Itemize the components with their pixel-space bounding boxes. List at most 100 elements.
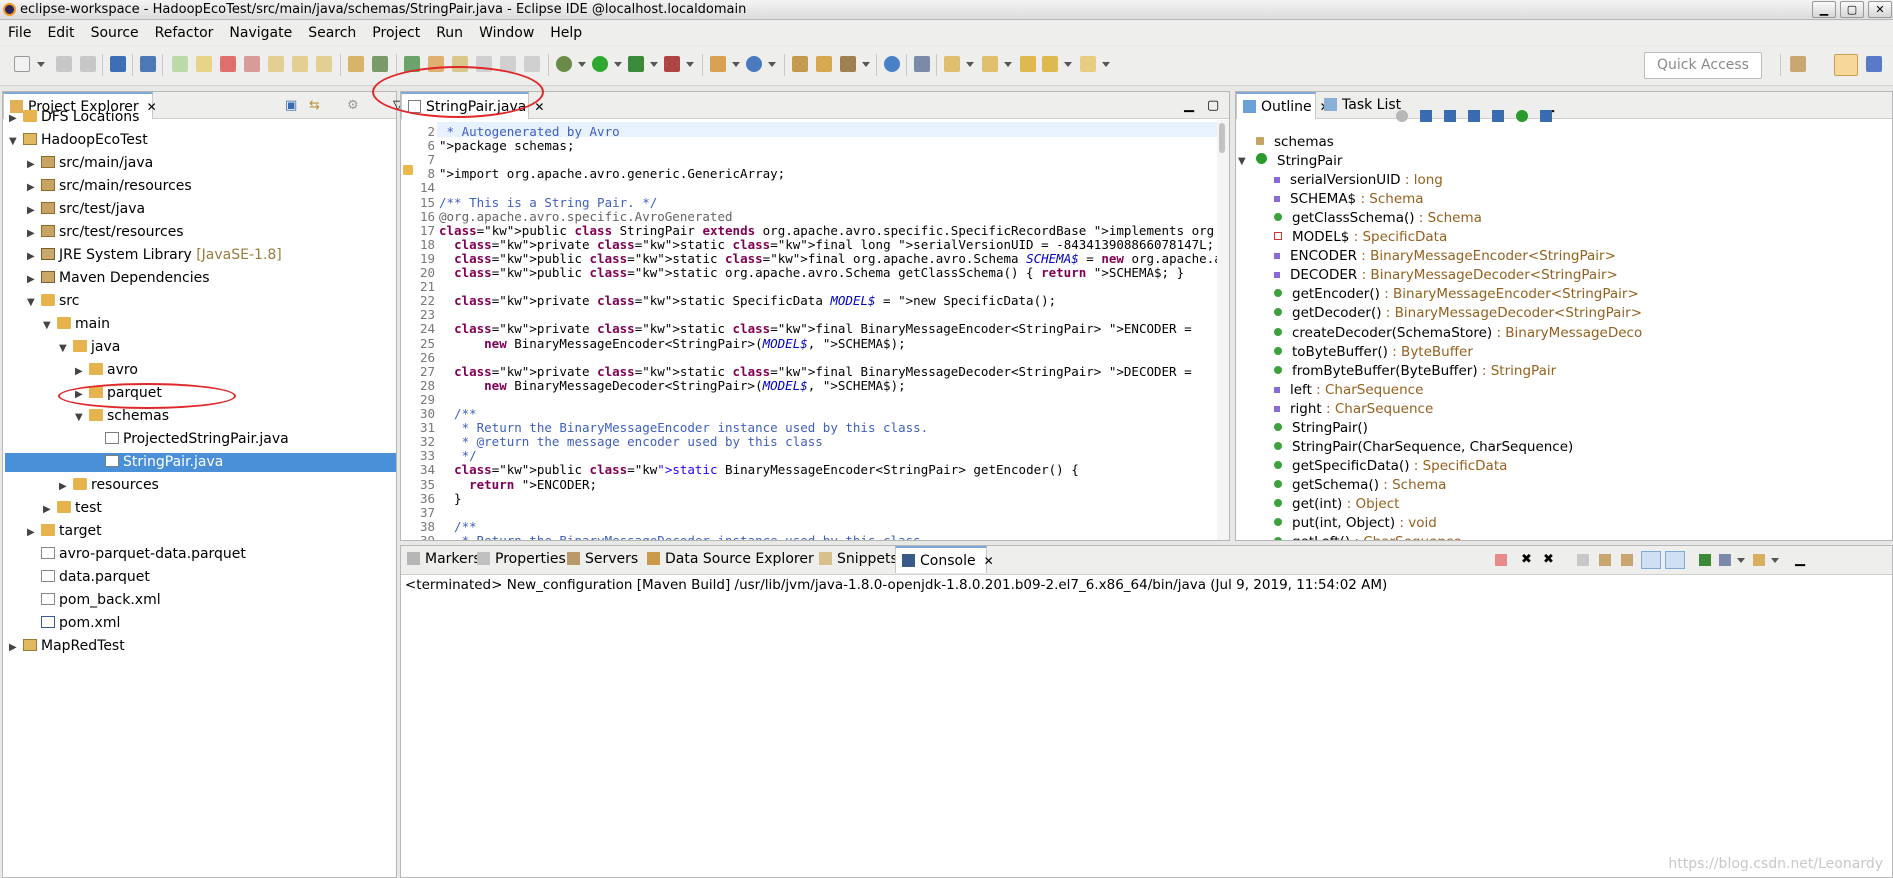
disconnect-icon[interactable]: [244, 56, 260, 72]
step-over-icon[interactable]: [292, 56, 308, 72]
outline-item[interactable]: ENCODER : BinaryMessageEncoder<StringPai…: [1274, 247, 1616, 266]
tree-item-jre-system-library[interactable]: ▶ JRE System Library [JavaSE-1.8]: [27, 246, 282, 265]
pin-console-icon[interactable]: [1699, 554, 1711, 566]
close-icon[interactable]: ✕: [984, 554, 994, 568]
show-on-output-icon[interactable]: [1641, 551, 1661, 569]
outline-item[interactable]: StringPair(): [1274, 419, 1368, 438]
quick-access-input[interactable]: Quick Access: [1644, 52, 1762, 79]
outline-item[interactable]: fromByteBuffer(ByteBuffer) : StringPair: [1274, 362, 1556, 381]
sort-icon[interactable]: [1420, 110, 1432, 122]
outline-item[interactable]: MODEL$ : SpecificData: [1274, 228, 1447, 247]
outline-item[interactable]: getEncoder() : BinaryMessageEncoder<Stri…: [1274, 285, 1639, 304]
clear-console-icon[interactable]: [1577, 554, 1589, 566]
resume-icon[interactable]: [172, 56, 188, 72]
minimize-button[interactable]: ▁: [1812, 1, 1836, 18]
forward-icon[interactable]: [1080, 56, 1096, 72]
tree-item-dfs-locations[interactable]: ▶ DFS Locations: [9, 108, 139, 127]
outline-item[interactable]: serialVersionUID : long: [1274, 171, 1443, 190]
outline-item[interactable]: getSpecificData() : SpecificData: [1274, 457, 1507, 476]
search-icon[interactable]: [840, 56, 856, 72]
tab-servers[interactable]: Servers: [561, 546, 641, 573]
open-type-icon[interactable]: [372, 56, 388, 72]
tree-item-maven-dependencies[interactable]: ▶ Maven Dependencies: [27, 269, 210, 288]
link-with-editor-icon[interactable]: ⇆: [309, 99, 320, 112]
save-icon[interactable]: [56, 56, 72, 72]
tree-item-stringpair[interactable]: StringPair.java: [5, 453, 396, 472]
tree-item-avro-parquet-data[interactable]: avro-parquet-data.parquet: [41, 545, 246, 564]
suspend-icon[interactable]: [196, 56, 212, 72]
menu-help[interactable]: Help: [542, 21, 590, 45]
back-icon[interactable]: [1042, 56, 1058, 72]
terminate-icon[interactable]: [220, 56, 236, 72]
menu-navigate[interactable]: Navigate: [221, 21, 300, 45]
tree-item-pom-back[interactable]: pom_back.xml: [41, 591, 161, 610]
menu-project[interactable]: Project: [364, 21, 428, 45]
tab-console[interactable]: Console ✕: [895, 546, 994, 573]
close-button[interactable]: ✕: [1868, 1, 1892, 18]
code-area[interactable]: 2 * Autogenerated by Avro 6 ">package sche…: [401, 120, 1229, 540]
new-java-dropdown-icon[interactable]: [732, 62, 740, 67]
minimize-view-icon[interactable]: ▁: [1795, 553, 1805, 566]
tree-item-java[interactable]: ▼ java: [59, 338, 120, 357]
back-dropdown-icon[interactable]: [1064, 62, 1072, 67]
outline-item[interactable]: DECODER : BinaryMessageDecoder<StringPai…: [1274, 266, 1618, 285]
collapse-icon[interactable]: [1396, 110, 1408, 122]
previous-annotation-icon[interactable]: [982, 56, 998, 72]
tab-snippets[interactable]: Snippets: [813, 546, 898, 573]
next-annotation-dropdown-icon[interactable]: [966, 62, 974, 67]
skip-breakpoints-icon[interactable]: [140, 56, 156, 72]
menu-search[interactable]: Search: [300, 21, 364, 45]
tree-item-src-test-resources[interactable]: ▶ src/test/resources: [27, 223, 184, 242]
tab-properties[interactable]: Properties: [471, 546, 566, 573]
new-dropdown-icon[interactable]: [37, 62, 45, 67]
external-tools-dropdown-icon[interactable]: [686, 62, 694, 67]
outline-item[interactable]: SCHEMA$ : Schema: [1274, 190, 1424, 209]
menu-edit[interactable]: Edit: [39, 21, 82, 45]
open-console-icon[interactable]: [1753, 554, 1765, 566]
menu-source[interactable]: Source: [83, 21, 147, 45]
forward-dropdown-icon[interactable]: [1102, 62, 1110, 67]
java-ee-perspective-icon[interactable]: [1834, 54, 1858, 76]
maximize-button[interactable]: ▢: [1840, 1, 1864, 18]
collapse-all-icon[interactable]: ▣: [285, 99, 297, 112]
remove-launch-icon[interactable]: ✖: [1521, 553, 1532, 566]
menu-refactor[interactable]: Refactor: [147, 21, 222, 45]
tree-item-avro[interactable]: ▶ avro: [75, 361, 138, 380]
show-on-error-icon[interactable]: [1665, 551, 1685, 569]
tree-item-resources[interactable]: ▶ resources: [59, 476, 159, 495]
previous-annotation-dropdown-icon[interactable]: [1004, 62, 1012, 67]
open-task-icon[interactable]: [816, 56, 832, 72]
close-icon[interactable]: ✕: [147, 100, 157, 114]
terminate-icon[interactable]: [1495, 554, 1507, 566]
paragraph-icon[interactable]: [524, 56, 540, 72]
tree-item-pom[interactable]: pom.xml: [41, 614, 120, 633]
outline-item[interactable]: schemas: [1256, 133, 1334, 152]
outline-item[interactable]: ▼ StringPair: [1238, 152, 1342, 171]
filter-icon[interactable]: ⚙: [347, 99, 359, 112]
use-step-filters-icon[interactable]: [348, 56, 364, 72]
new-class-icon[interactable]: [746, 56, 762, 72]
next-annotation-icon[interactable]: [944, 56, 960, 72]
outline-item[interactable]: getDecoder() : BinaryMessageDecoder<Stri…: [1274, 304, 1642, 323]
search-dropdown-icon[interactable]: [862, 62, 870, 67]
terminal-icon[interactable]: [110, 56, 126, 72]
menu-file[interactable]: File: [0, 21, 39, 45]
outline-item[interactable]: getSchema() : Schema: [1274, 476, 1446, 495]
tree-item-target[interactable]: ▶ target: [27, 522, 102, 541]
tree-item-src[interactable]: ▼ src: [27, 292, 79, 311]
outline-item[interactable]: left : CharSequence: [1274, 381, 1423, 400]
tree-item-main[interactable]: ▼ main: [43, 315, 110, 334]
outline-item[interactable]: put(int, Object) : void: [1274, 514, 1437, 533]
java-perspective-icon[interactable]: [1866, 56, 1882, 72]
maximize-view-icon[interactable]: ▢: [1207, 99, 1219, 112]
remove-all-icon[interactable]: ✖: [1543, 553, 1554, 566]
menu-run[interactable]: Run: [428, 21, 471, 45]
outline-item[interactable]: right : CharSequence: [1274, 400, 1433, 419]
tree-item-data-parquet[interactable]: data.parquet: [41, 568, 150, 587]
last-edit-icon[interactable]: [1020, 56, 1036, 72]
menu-window[interactable]: Window: [471, 21, 542, 45]
tree-item-src-main-java[interactable]: ▶ src/main/java: [27, 154, 153, 173]
run-icon[interactable]: [592, 56, 608, 72]
tree-item-src-test-java[interactable]: ▶ src/test/java: [27, 200, 145, 219]
tab-outline[interactable]: Outline✕: [1236, 92, 1330, 119]
